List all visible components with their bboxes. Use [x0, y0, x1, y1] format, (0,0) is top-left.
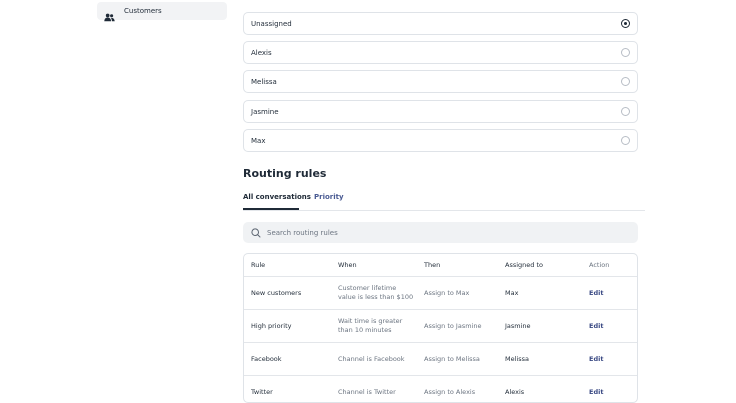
rule-condition: Wait time is greater than 10 minutes	[338, 317, 403, 334]
rule-condition: Channel is Twitter	[338, 387, 396, 396]
edit-link[interactable]: Edit	[589, 322, 603, 331]
rule-action: Assign to Alexis	[424, 387, 476, 396]
sidebar-item-label: Customers	[124, 7, 162, 15]
rule-condition: Customer lifetime value is less than $10…	[338, 284, 414, 301]
assignee-name: Melissa	[251, 77, 277, 86]
header-rule: Rule	[251, 260, 266, 269]
assignee-option-alexis[interactable]: Alexis	[243, 41, 638, 64]
assignee-option-jasmine[interactable]: Jasmine	[243, 100, 638, 123]
table-row: High priority Wait time is greater than …	[244, 310, 637, 343]
edit-link[interactable]: Edit	[589, 388, 603, 397]
header-then: Then	[424, 260, 441, 269]
table-row: New customers Customer lifetime value is…	[244, 277, 637, 310]
header-assigned-to: Assigned to	[505, 260, 543, 269]
tab-priority[interactable]: Priority	[314, 193, 344, 201]
assignee-name: Max	[251, 136, 266, 145]
radio-button[interactable]	[621, 107, 630, 116]
tab-all-conversations[interactable]: All conversations	[243, 193, 311, 201]
search-bar[interactable]	[243, 222, 638, 243]
assignee-name: Unassigned	[251, 19, 292, 28]
edit-link[interactable]: Edit	[589, 289, 603, 298]
table-row: Twitter Channel is Twitter Assign to Ale…	[244, 376, 637, 402]
radio-button[interactable]	[621, 48, 630, 57]
header-when: When	[338, 260, 357, 269]
rule-name: Twitter	[251, 387, 273, 396]
rule-action: Assign to Jasmine	[424, 321, 482, 330]
table-header: Rule When Then Assigned to Action	[244, 254, 637, 277]
rule-action: Assign to Max	[424, 288, 470, 297]
assignee-option-max[interactable]: Max	[243, 129, 638, 152]
rule-name: High priority	[251, 321, 292, 330]
header-action: Action	[589, 260, 610, 269]
tabs-divider	[243, 210, 645, 211]
users-icon	[104, 7, 115, 21]
radio-button[interactable]	[621, 136, 630, 145]
assignee-name: Alexis	[251, 48, 272, 57]
rule-name: Facebook	[251, 354, 282, 363]
radio-button-selected[interactable]	[621, 19, 630, 28]
search-input[interactable]	[265, 227, 569, 238]
rule-assignee: Jasmine	[505, 321, 531, 330]
edit-link[interactable]: Edit	[589, 355, 603, 364]
assignee-name: Jasmine	[251, 107, 279, 116]
assignee-option-melissa[interactable]: Melissa	[243, 70, 638, 93]
table-row: Facebook Channel is Facebook Assign to M…	[244, 343, 637, 376]
rule-action: Assign to Melissa	[424, 354, 480, 363]
rule-assignee: Max	[505, 288, 519, 297]
radio-button[interactable]	[621, 77, 630, 86]
routing-rules-title: Routing rules	[243, 167, 327, 180]
routing-rules-table: Rule When Then Assigned to Action New cu…	[243, 253, 638, 403]
rule-assignee: Alexis	[505, 387, 525, 396]
rule-condition: Channel is Facebook	[338, 354, 405, 363]
rule-assignee: Melissa	[505, 354, 529, 363]
rule-name: New customers	[251, 288, 302, 297]
sidebar-item-customers[interactable]: Customers	[97, 2, 227, 21]
search-icon	[251, 223, 261, 242]
assignee-option-unassigned[interactable]: Unassigned	[243, 12, 638, 35]
